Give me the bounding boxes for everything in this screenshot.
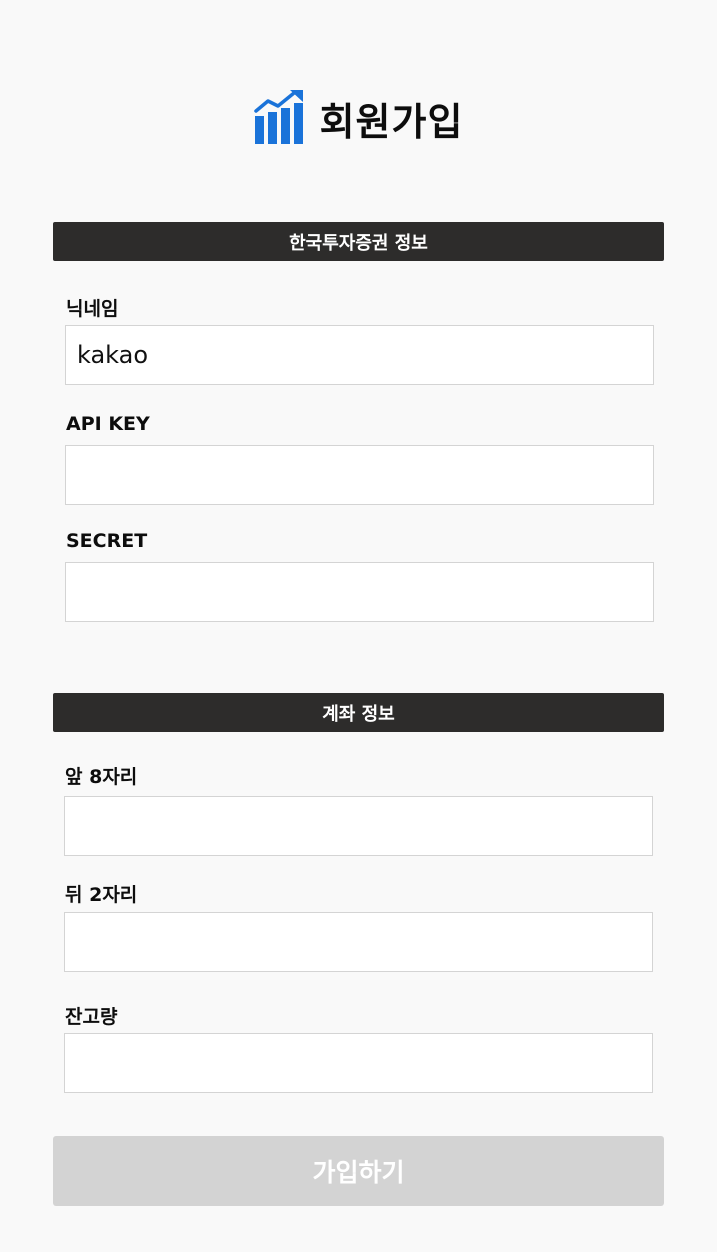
signup-page: 회원가입 한국투자증권 정보 닉네임 API KEY SECRET 계좌 정보 … bbox=[0, 0, 717, 1252]
secret-input[interactable] bbox=[65, 562, 654, 622]
secret-label: SECRET bbox=[66, 530, 148, 552]
account-front8-input[interactable] bbox=[64, 796, 653, 856]
balance-label: 잔고량 bbox=[65, 1006, 118, 1028]
account-back2-label: 뒤 2자리 bbox=[65, 884, 138, 906]
account-front8-label: 앞 8자리 bbox=[65, 766, 138, 788]
account-info-section-header: 계좌 정보 bbox=[53, 693, 664, 732]
balance-input[interactable] bbox=[64, 1033, 653, 1093]
page-header: 회원가입 bbox=[0, 88, 717, 148]
api-key-input[interactable] bbox=[65, 445, 654, 505]
bar-chart-trend-icon bbox=[253, 90, 303, 144]
signup-submit-button[interactable]: 가입하기 bbox=[53, 1136, 664, 1206]
page-title: 회원가입 bbox=[319, 99, 464, 144]
api-key-label: API KEY bbox=[66, 413, 150, 435]
nickname-input[interactable] bbox=[65, 325, 654, 385]
broker-info-section-header: 한국투자증권 정보 bbox=[53, 222, 664, 261]
account-back2-input[interactable] bbox=[64, 912, 653, 972]
nickname-label: 닉네임 bbox=[66, 298, 119, 320]
